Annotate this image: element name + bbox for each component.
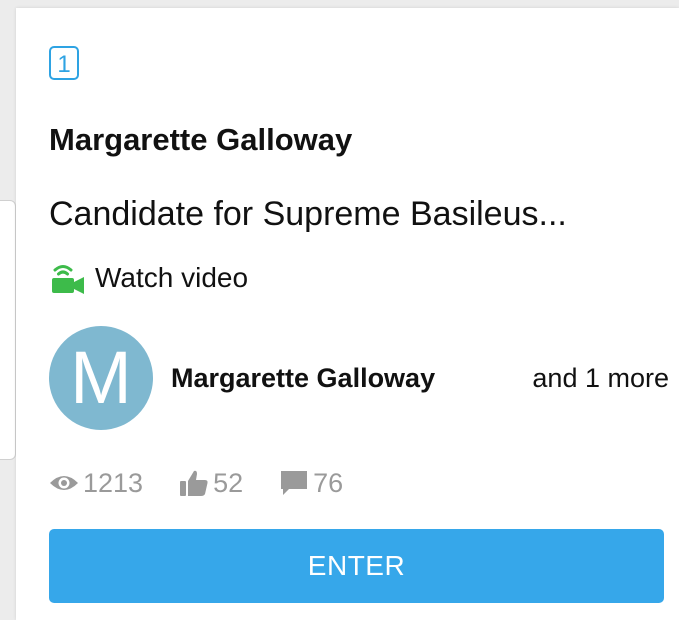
- candidate-card[interactable]: 1 Margarette Galloway Candidate for Supr…: [16, 8, 679, 620]
- screen: 1 Margarette Galloway Candidate for Supr…: [0, 0, 679, 620]
- thumbs-up-icon: [180, 470, 208, 496]
- more-authors-link[interactable]: and 1 more: [532, 363, 669, 394]
- author-name[interactable]: Margarette Galloway: [171, 363, 435, 394]
- previous-card-edge[interactable]: [0, 200, 16, 460]
- views-count: 1213: [83, 467, 144, 498]
- likes-count: 52: [213, 467, 244, 498]
- eye-icon: [50, 476, 78, 490]
- author-row: M Margarette Galloway and 1 more: [49, 326, 669, 430]
- comments-count: 76: [313, 467, 344, 498]
- video-camera-icon: [52, 265, 84, 294]
- rank-badge: 1: [49, 46, 79, 80]
- views-stat: 1213: [49, 468, 143, 499]
- card-subtitle: Candidate for Supreme Basileus...: [49, 195, 567, 233]
- likes-stat: 52: [179, 468, 243, 499]
- comment-icon: [281, 471, 308, 495]
- comments-stat: 76: [279, 468, 343, 499]
- card-title: Margarette Galloway: [49, 122, 353, 157]
- watch-video-label: Watch video: [95, 262, 249, 293]
- watch-video-link[interactable]: Watch video: [49, 258, 248, 298]
- avatar[interactable]: M: [49, 326, 153, 430]
- stats-row: 1213 52 76: [49, 463, 379, 503]
- enter-button[interactable]: ENTER: [49, 529, 664, 603]
